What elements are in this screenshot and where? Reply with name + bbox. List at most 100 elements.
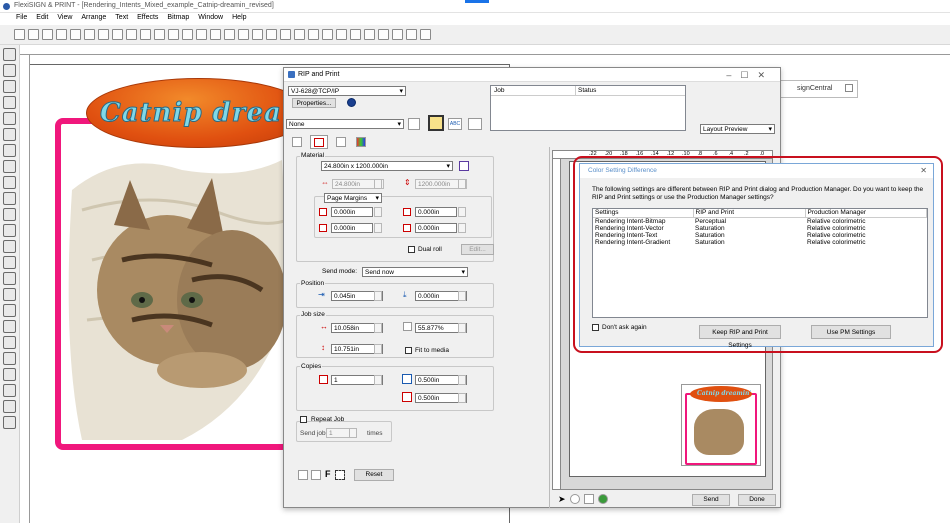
margin-right-field[interactable]: 0.000in bbox=[415, 207, 457, 217]
menu-view[interactable]: View bbox=[57, 14, 72, 21]
margin-bottom-spinner[interactable] bbox=[458, 223, 466, 233]
margin-right-spinner[interactable] bbox=[458, 207, 466, 217]
font-icon[interactable]: F bbox=[325, 469, 331, 479]
palette-tool-icon[interactable] bbox=[3, 368, 16, 381]
palette-tool-icon[interactable] bbox=[3, 400, 16, 413]
margin-left-field[interactable]: 0.000in bbox=[331, 207, 373, 217]
palette-tool-icon[interactable] bbox=[3, 416, 16, 429]
toolbar-tool-icon[interactable] bbox=[294, 29, 305, 40]
palette-tool-icon[interactable] bbox=[3, 192, 16, 205]
marks-icon[interactable] bbox=[335, 470, 345, 480]
done-button[interactable]: Done bbox=[738, 494, 776, 506]
toolbar-tool-icon[interactable] bbox=[336, 29, 347, 40]
palette-tool-icon[interactable] bbox=[3, 96, 16, 109]
toolbar-tool-icon[interactable] bbox=[112, 29, 123, 40]
printer-select[interactable]: VJ-628@TCP/IP bbox=[288, 86, 406, 96]
palette-tool-icon[interactable] bbox=[3, 128, 16, 141]
toolbar-tool-icon[interactable] bbox=[280, 29, 291, 40]
tab-size[interactable] bbox=[310, 135, 328, 149]
toolbar-tool-icon[interactable] bbox=[252, 29, 263, 40]
palette-tool-icon[interactable] bbox=[3, 208, 16, 221]
toolbar-tool-icon[interactable] bbox=[308, 29, 319, 40]
background-window[interactable]: signCentral bbox=[780, 80, 858, 98]
menu-help[interactable]: Help bbox=[232, 14, 246, 21]
menu-text[interactable]: Text bbox=[115, 14, 128, 21]
v-spacing-spinner[interactable] bbox=[458, 393, 466, 403]
toolbar-tool-icon[interactable] bbox=[182, 29, 193, 40]
palette-tool-icon[interactable] bbox=[3, 80, 16, 93]
toolbar-tool-icon[interactable] bbox=[28, 29, 39, 40]
material-size-select[interactable]: 24.800in x 1200.000in bbox=[321, 161, 453, 171]
toolbar-tool-icon[interactable] bbox=[168, 29, 179, 40]
dual-roll-checkbox[interactable] bbox=[408, 246, 415, 253]
toolbar-tool-icon[interactable] bbox=[406, 29, 417, 40]
toolbar-tool-icon[interactable] bbox=[14, 29, 25, 40]
palette-tool-icon[interactable] bbox=[3, 224, 16, 237]
position-x-spinner[interactable] bbox=[374, 291, 382, 301]
palette-tool-icon[interactable] bbox=[3, 384, 16, 397]
palette-tool-icon[interactable] bbox=[3, 320, 16, 333]
palette-tool-icon[interactable] bbox=[3, 240, 16, 253]
palette-tool-icon[interactable] bbox=[3, 176, 16, 189]
properties-button[interactable]: Properties... bbox=[292, 98, 336, 108]
toolbar-tool-icon[interactable] bbox=[70, 29, 81, 40]
menu-window[interactable]: Window bbox=[198, 14, 223, 21]
toolbar-tool-icon[interactable] bbox=[378, 29, 389, 40]
toolbar-tool-icon[interactable] bbox=[210, 29, 221, 40]
preview-job[interactable]: Catnip dreamin' bbox=[681, 384, 761, 466]
reset-button[interactable]: Reset bbox=[354, 469, 394, 481]
toolbar-tool-icon[interactable] bbox=[42, 29, 53, 40]
label-icon[interactable] bbox=[298, 470, 308, 480]
copies-count-spinner[interactable] bbox=[374, 375, 382, 385]
palette-tool-icon[interactable] bbox=[3, 304, 16, 317]
palette-tool-icon[interactable] bbox=[3, 144, 16, 157]
repeat-job-checkbox[interactable] bbox=[300, 416, 307, 423]
palette-tool-icon[interactable] bbox=[3, 48, 16, 61]
material-width-spinner[interactable] bbox=[374, 179, 382, 189]
preview-mode-select[interactable]: Layout Preview bbox=[700, 124, 775, 134]
toolbar-tool-icon[interactable] bbox=[98, 29, 109, 40]
menu-edit[interactable]: Edit bbox=[36, 14, 48, 21]
palette-tool-icon[interactable] bbox=[3, 336, 16, 349]
toolbar-tool-icon[interactable] bbox=[140, 29, 151, 40]
h-spacing-spinner[interactable] bbox=[458, 375, 466, 385]
material-height-spinner[interactable] bbox=[458, 179, 466, 189]
margin-top-field[interactable]: 0.000in bbox=[331, 223, 373, 233]
palette-tool-icon[interactable] bbox=[3, 112, 16, 125]
oval-text[interactable]: Catnip drea bbox=[100, 98, 282, 129]
job-list[interactable]: Job Status bbox=[490, 85, 686, 131]
kitten-photo[interactable] bbox=[62, 150, 290, 440]
toolbar-tool-icon[interactable] bbox=[126, 29, 137, 40]
toolbar-tool-icon[interactable] bbox=[154, 29, 165, 40]
toolbar-tool-icon[interactable] bbox=[224, 29, 235, 40]
page-margins-select[interactable]: Page Margins bbox=[324, 193, 382, 203]
toolbar-tool-icon[interactable] bbox=[266, 29, 277, 40]
send-job-spinner[interactable] bbox=[349, 428, 357, 438]
palette-tool-icon[interactable] bbox=[3, 64, 16, 77]
material-edit-icon[interactable] bbox=[459, 161, 469, 171]
abc-icon[interactable]: ABC bbox=[448, 118, 462, 130]
connection-icon[interactable] bbox=[347, 98, 356, 107]
menu-file[interactable]: File bbox=[16, 14, 27, 21]
toolbar-tool-icon[interactable] bbox=[350, 29, 361, 40]
fit-to-media-checkbox[interactable] bbox=[405, 347, 412, 354]
zoom-in-icon[interactable] bbox=[598, 494, 608, 504]
zoom-icon[interactable] bbox=[570, 494, 580, 504]
palette-tool-icon[interactable] bbox=[3, 352, 16, 365]
palette-tool-icon[interactable] bbox=[3, 272, 16, 285]
setup-select[interactable]: None bbox=[286, 119, 404, 129]
margin-bottom-field[interactable]: 0.000in bbox=[415, 223, 457, 233]
toolbar-tool-icon[interactable] bbox=[322, 29, 333, 40]
fit-view-icon[interactable] bbox=[584, 494, 594, 504]
mirror-icon[interactable] bbox=[311, 470, 321, 480]
menu-effects[interactable]: Effects bbox=[137, 14, 158, 21]
toolbar-tool-icon[interactable] bbox=[392, 29, 403, 40]
minimize-icon[interactable]: – bbox=[726, 70, 740, 80]
toolbar-tool-icon[interactable] bbox=[56, 29, 67, 40]
send-button[interactable]: Send bbox=[692, 494, 730, 506]
position-y-spinner[interactable] bbox=[458, 291, 466, 301]
tab-options-icon[interactable] bbox=[336, 137, 346, 147]
toolbar-tool-icon[interactable] bbox=[420, 29, 431, 40]
save-setup-icon[interactable] bbox=[408, 118, 420, 130]
toolbar-tool-icon[interactable] bbox=[364, 29, 375, 40]
